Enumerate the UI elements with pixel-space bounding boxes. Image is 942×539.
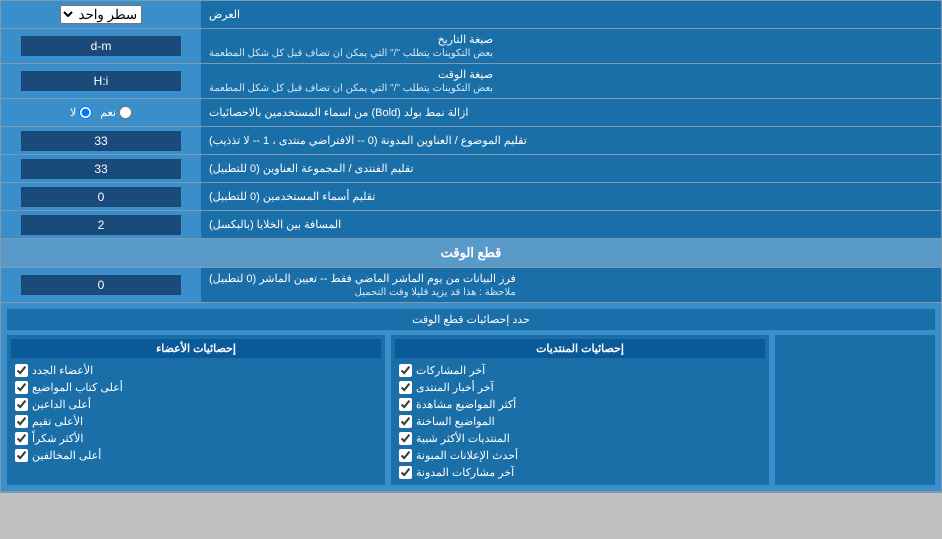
cb-forum-6: أحدث الإعلانات المبونة (395, 447, 765, 464)
cutoff-input-cell (1, 268, 201, 302)
username-trim-input[interactable] (21, 187, 181, 207)
date-format-input[interactable] (21, 36, 181, 56)
checkbox-forum-2[interactable] (399, 381, 412, 394)
checkbox-member-5[interactable] (15, 432, 28, 445)
checkbox-member-6[interactable] (15, 449, 28, 462)
cb-member-2: أعلى كتاب المواضيع (11, 379, 381, 396)
checkboxes-grid: إحصائيات المنتديات آخر المشاركات آخر أخب… (7, 335, 935, 485)
cb-member-6: أعلى المخالفين (11, 447, 381, 464)
radio-no[interactable] (79, 106, 92, 119)
checkbox-member-4[interactable] (15, 415, 28, 428)
cell-spacing-label: المسافة بين الخلايا (بالبكسل) (201, 211, 941, 238)
topic-ordering-label: تقليم الموضوع / العناوين المدونة (0 -- ا… (201, 127, 941, 154)
cb-member-3: أعلى الداعين (11, 396, 381, 413)
cutoff-row: فرز البيانات من يوم الماشر الماضي فقط --… (1, 268, 941, 303)
display-label: العرض (201, 1, 941, 28)
checkbox-forum-4[interactable] (399, 415, 412, 428)
radio-no-label[interactable]: لا (70, 106, 92, 119)
date-format-label: صيغة التاريخ بعض التكوينات يتطلب "/" الت… (201, 29, 941, 63)
checkbox-forum-3[interactable] (399, 398, 412, 411)
cb-forum-3: أكثر المواضيع مشاهدة (395, 396, 765, 413)
checkbox-member-2[interactable] (15, 381, 28, 394)
checkbox-member-1[interactable] (15, 364, 28, 377)
cb-forum-7: آخر مشاركات المدونة (395, 464, 765, 481)
time-format-input[interactable] (21, 71, 181, 91)
forum-ordering-row: تقليم الفنتدى / المجموعة العناوين (0 للت… (1, 155, 941, 183)
date-format-row: صيغة التاريخ بعض التكوينات يتطلب "/" الت… (1, 29, 941, 64)
cutoff-input[interactable] (21, 275, 181, 295)
cell-spacing-row: المسافة بين الخلايا (بالبكسل) (1, 211, 941, 239)
cb-forum-1: آخر المشاركات (395, 362, 765, 379)
bold-remove-label: ازالة نمط بولد (Bold) من اسماء المستخدمي… (201, 99, 941, 126)
forum-stats-col: إحصائيات المنتديات آخر المشاركات آخر أخب… (391, 335, 769, 485)
forum-ordering-input[interactable] (21, 159, 181, 179)
cb-forum-2: آخر أخبار المنتدى (395, 379, 765, 396)
date-format-input-cell (1, 29, 201, 63)
time-format-label: صيغة الوقت بعض التكوينات يتطلب "/" التي … (201, 64, 941, 98)
radio-yes[interactable] (119, 106, 132, 119)
bold-remove-radio-cell: نعم لا (1, 99, 201, 126)
time-format-row: صيغة الوقت بعض التكوينات يتطلب "/" التي … (1, 64, 941, 99)
right-label-col (775, 335, 935, 485)
checkboxes-title: حدد إحصائيات قطع الوقت (7, 309, 935, 330)
dropdown-cell: سطر واحد سطرين ثلاثة أسطر (1, 1, 201, 28)
checkboxes-container: حدد إحصائيات قطع الوقت إحصائيات المنتديا… (1, 303, 941, 492)
bold-remove-row: ازالة نمط بولد (Bold) من اسماء المستخدمي… (1, 99, 941, 127)
checkbox-forum-6[interactable] (399, 449, 412, 462)
username-trim-label: تقليم أسماء المستخدمين (0 للتطبيل) (201, 183, 941, 210)
member-stats-col: إحصائيات الأعضاء الأعضاء الجدد أعلى كتاب… (7, 335, 385, 485)
cell-spacing-input[interactable] (21, 215, 181, 235)
checkbox-member-3[interactable] (15, 398, 28, 411)
checkbox-forum-7[interactable] (399, 466, 412, 479)
cb-forum-5: المنتديات الأكثر شبية (395, 430, 765, 447)
time-format-input-cell (1, 64, 201, 98)
forum-ordering-input-cell (1, 155, 201, 182)
username-trim-row: تقليم أسماء المستخدمين (0 للتطبيل) (1, 183, 941, 211)
topic-ordering-row: تقليم الموضوع / العناوين المدونة (0 -- ا… (1, 127, 941, 155)
cb-member-1: الأعضاء الجدد (11, 362, 381, 379)
radio-yes-label[interactable]: نعم (100, 106, 132, 119)
header-row: العرض سطر واحد سطرين ثلاثة أسطر (1, 1, 941, 29)
forum-ordering-label: تقليم الفنتدى / المجموعة العناوين (0 للت… (201, 155, 941, 182)
username-trim-input-cell (1, 183, 201, 210)
topic-ordering-input-cell (1, 127, 201, 154)
checkbox-forum-1[interactable] (399, 364, 412, 377)
topic-ordering-input[interactable] (21, 131, 181, 151)
cb-forum-4: المواضيع الساخنة (395, 413, 765, 430)
main-container: العرض سطر واحد سطرين ثلاثة أسطر صيغة الت… (0, 0, 942, 493)
cutoff-section-header: قطع الوقت (1, 239, 941, 268)
cutoff-label: فرز البيانات من يوم الماشر الماضي فقط --… (201, 268, 941, 302)
display-dropdown[interactable]: سطر واحد سطرين ثلاثة أسطر (60, 5, 142, 24)
cb-member-4: الأعلى تقيم (11, 413, 381, 430)
cell-spacing-input-cell (1, 211, 201, 238)
member-stats-header: إحصائيات الأعضاء (11, 339, 381, 358)
forum-stats-header: إحصائيات المنتديات (395, 339, 765, 358)
cb-member-5: الأكثر شكراً (11, 430, 381, 447)
checkbox-forum-5[interactable] (399, 432, 412, 445)
